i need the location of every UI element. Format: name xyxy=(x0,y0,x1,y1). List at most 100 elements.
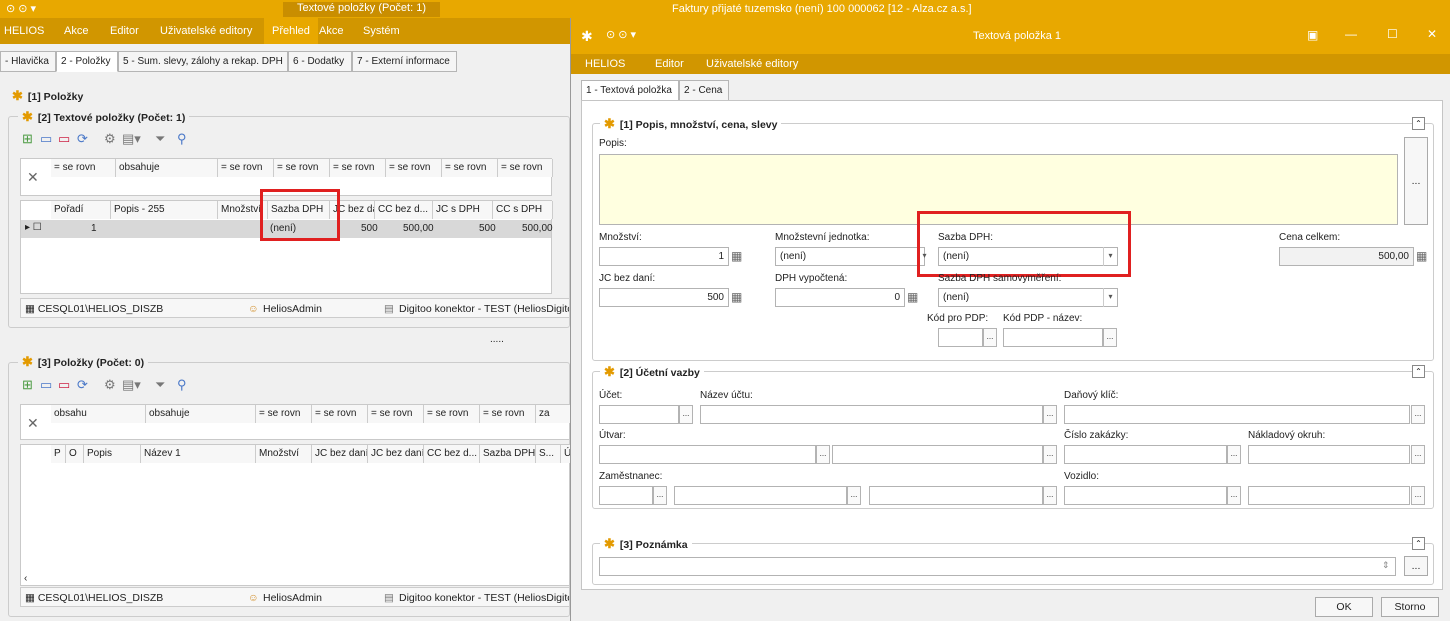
col-jc-s-dph[interactable]: JC s DPH xyxy=(433,201,493,219)
filter-op[interactable]: obsahuje xyxy=(146,405,256,423)
clear-filter-icon[interactable]: ✕ xyxy=(27,415,39,432)
filter-op[interactable]: = se rovn xyxy=(424,405,480,423)
filter-op[interactable]: = se rovn xyxy=(368,405,424,423)
utvar-nazev-input[interactable] xyxy=(832,445,1043,464)
vozidlo-nazev-lookup-button[interactable]: ... xyxy=(1411,486,1425,505)
filter-op[interactable]: = se rovn xyxy=(218,159,274,177)
collapse-icon[interactable]: ⌃ xyxy=(1412,537,1425,550)
delete-record-icon[interactable]: ▭ xyxy=(58,377,70,393)
window-controls-icon[interactable]: ⊙ ⊙ ▾ xyxy=(6,2,36,15)
col-poradi[interactable]: Pořadí xyxy=(51,201,111,219)
kod-pdp-nazev-lookup-button[interactable]: ... xyxy=(1103,328,1117,347)
filter-op[interactable]: = se rovn xyxy=(274,159,330,177)
ucet-lookup-button[interactable]: ... xyxy=(679,405,693,424)
edit-record-icon[interactable]: ▭ xyxy=(40,377,52,393)
popis-ellipsis-button[interactable]: ... xyxy=(1404,137,1428,225)
tab-polozky[interactable]: 2 - Položky xyxy=(56,51,118,72)
chevron-down-icon[interactable]: ▾ xyxy=(1103,288,1117,307)
vozidlo-nazev-input[interactable] xyxy=(1248,486,1410,505)
calculator-icon[interactable]: ▦ xyxy=(731,249,742,263)
close-icon[interactable]: ✕ xyxy=(1427,27,1437,41)
edit-record-icon[interactable]: ▭ xyxy=(40,131,52,147)
zamestnanec-prijmeni-input[interactable] xyxy=(869,486,1043,505)
kod-pdp-input[interactable] xyxy=(938,328,983,347)
sazba-sam-select[interactable]: (není) xyxy=(938,288,1118,307)
menu-akce2[interactable]: Akce xyxy=(319,25,343,37)
filter-op[interactable]: za xyxy=(536,405,571,423)
filter-op[interactable]: obsahuje xyxy=(116,159,218,177)
filter-op[interactable]: = se rovn xyxy=(480,405,536,423)
filter-op[interactable]: obsahu xyxy=(51,405,146,423)
col-nazev1[interactable]: Název 1 xyxy=(141,445,256,463)
splitter-dots[interactable]: ..... xyxy=(490,334,504,345)
filter-op[interactable]: = se rovn xyxy=(442,159,498,177)
col-p[interactable]: P xyxy=(51,445,66,463)
vozidlo-lookup-button[interactable]: ... xyxy=(1227,486,1241,505)
tab-sum-slevy[interactable]: 5 - Sum. slevy, zálohy a rekap. DPH xyxy=(118,51,288,72)
utvar-nazev-lookup-button[interactable]: ... xyxy=(1043,445,1057,464)
danovy-klic-input[interactable] xyxy=(1064,405,1410,424)
vozidlo-input[interactable] xyxy=(1064,486,1227,505)
col-mnozstvi[interactable]: Množství xyxy=(256,445,312,463)
tab-externi[interactable]: 7 - Externí informace xyxy=(352,51,457,72)
filter-icon[interactable]: ⏷ xyxy=(155,377,165,393)
col-jc-bez-dani-2[interactable]: JC bez daní xyxy=(368,445,424,463)
maximize-icon[interactable]: ☐ xyxy=(1387,27,1398,41)
nakladovy-okruh-input[interactable] xyxy=(1248,445,1410,464)
tab-dodatky[interactable]: 6 - Dodatky xyxy=(288,51,352,72)
jednotka-select[interactable]: (není) xyxy=(775,247,925,266)
nazev-uctu-lookup-button[interactable]: ... xyxy=(1043,405,1057,424)
tab-cena[interactable]: 2 - Cena xyxy=(679,80,729,101)
col-popis[interactable]: Popis xyxy=(84,445,141,463)
row-checkbox[interactable]: ▸ ☐ xyxy=(25,222,42,233)
filter-icon[interactable]: ⏷ xyxy=(155,131,165,147)
clear-filter-icon[interactable]: ✕ xyxy=(27,169,39,186)
nakladovy-okruh-lookup-button[interactable]: ... xyxy=(1411,445,1425,464)
zamestnanec-lookup-button[interactable]: ... xyxy=(653,486,667,505)
new-record-icon[interactable]: ⊞ xyxy=(22,377,33,393)
cislo-zakazky-input[interactable] xyxy=(1064,445,1227,464)
menu-uzivatelske-editory[interactable]: Uživatelské editory xyxy=(706,58,798,70)
cislo-zakazky-lookup-button[interactable]: ... xyxy=(1227,445,1241,464)
utvar-lookup-button[interactable]: ... xyxy=(816,445,830,464)
menu-prehled[interactable]: Přehled xyxy=(264,18,318,44)
dph-input[interactable]: 0 xyxy=(775,288,905,307)
calculator-icon[interactable]: ▦ xyxy=(907,290,918,304)
minimize-icon[interactable]: — xyxy=(1345,27,1357,41)
calculator-icon[interactable]: ▦ xyxy=(1416,249,1427,263)
filter-op[interactable]: = se rovn xyxy=(386,159,442,177)
poznamka-ellipsis-button[interactable]: ... xyxy=(1404,556,1428,576)
search-icon[interactable]: ⚲ xyxy=(177,377,187,393)
columns-icon[interactable]: ▤▾ xyxy=(122,377,141,393)
poznamka-input[interactable] xyxy=(599,557,1396,576)
filter-op[interactable]: = se rovn xyxy=(330,159,386,177)
calculator-icon[interactable]: ▦ xyxy=(731,290,742,304)
danovy-klic-lookup-button[interactable]: ... xyxy=(1411,405,1425,424)
spin-icon[interactable]: ⇕ xyxy=(1382,560,1390,571)
col-o[interactable]: O xyxy=(66,445,84,463)
col-sazba-dph[interactable]: Sazba DPH xyxy=(480,445,536,463)
settings-icon[interactable]: ⚙ xyxy=(104,131,116,147)
zamestnanec-nazev-lookup-button[interactable]: ... xyxy=(847,486,861,505)
refresh-icon[interactable]: ⟳ xyxy=(77,377,88,393)
col-jc-bez-dani[interactable]: JC bez daní xyxy=(312,445,368,463)
menu-editor[interactable]: Editor xyxy=(655,58,684,70)
col-cc-bez-d[interactable]: CC bez d... xyxy=(424,445,480,463)
menu-akce[interactable]: Akce xyxy=(64,25,88,37)
utvar-input[interactable] xyxy=(599,445,816,464)
kod-pdp-lookup-button[interactable]: ... xyxy=(983,328,997,347)
col-s[interactable]: S... xyxy=(536,445,561,463)
tab-textova-polozka[interactable]: 1 - Textová položka xyxy=(581,80,679,101)
filter-op[interactable]: = se rovn xyxy=(312,405,368,423)
collapse-icon[interactable]: ⌃ xyxy=(1412,117,1425,130)
tab-hlavicka[interactable]: - Hlavička xyxy=(0,51,56,72)
filter-op[interactable]: = se rovn xyxy=(498,159,553,177)
mnozstvi-input[interactable]: 1 xyxy=(599,247,729,266)
pin-icon[interactable]: ▣ xyxy=(1307,28,1318,42)
delete-record-icon[interactable]: ▭ xyxy=(58,131,70,147)
col-cc-bez-d[interactable]: CC bez d... xyxy=(375,201,433,219)
zamestnanec-prijmeni-lookup-button[interactable]: ... xyxy=(1043,486,1057,505)
kod-pdp-nazev-input[interactable] xyxy=(1003,328,1103,347)
menu-uzivatelske-editory[interactable]: Uživatelské editory xyxy=(160,25,252,37)
new-record-icon[interactable]: ⊞ xyxy=(22,131,33,147)
